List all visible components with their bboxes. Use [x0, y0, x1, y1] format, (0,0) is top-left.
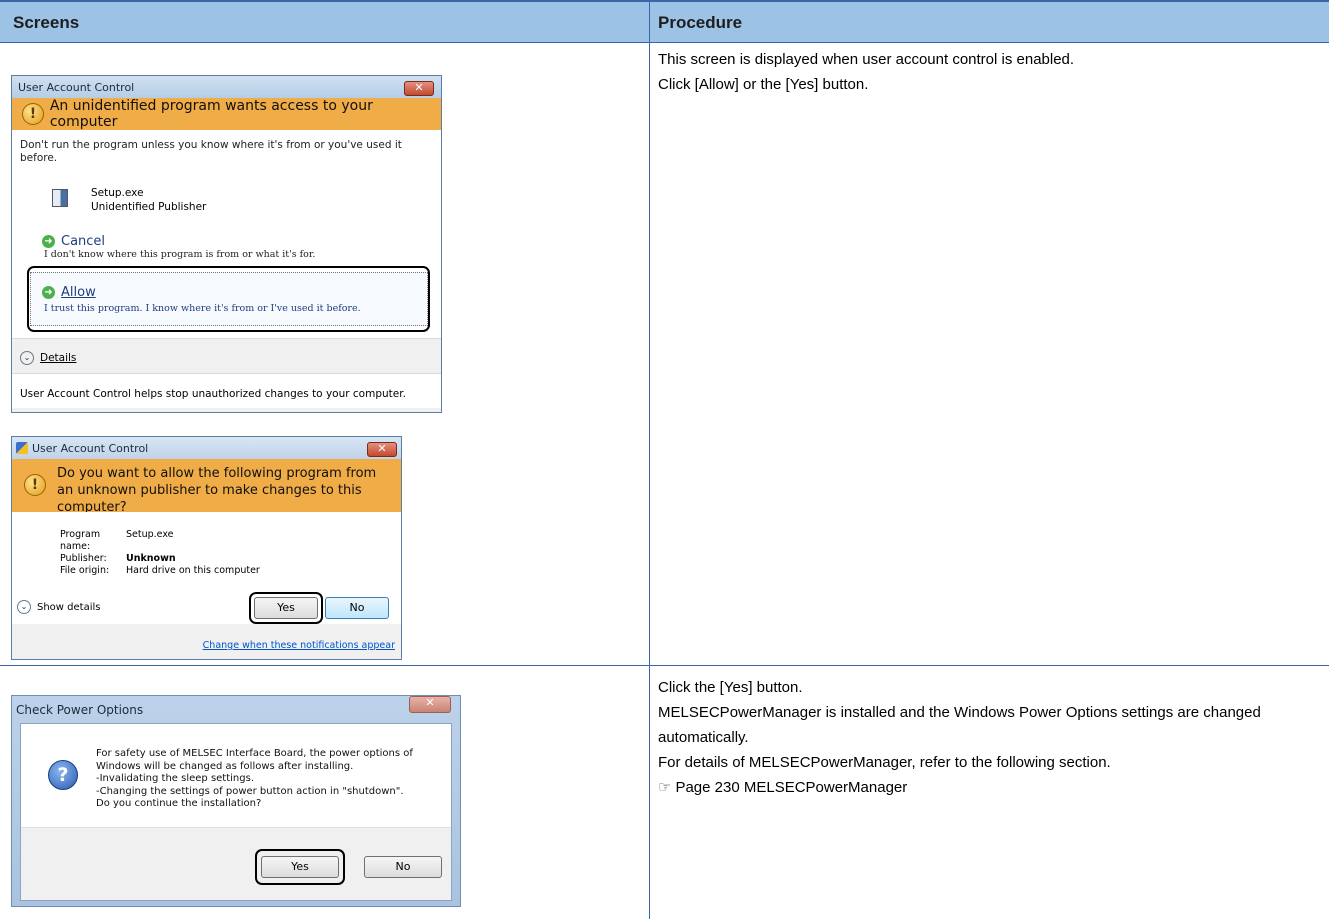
no-button[interactable]: No: [364, 856, 442, 878]
message-line: For safety use of MELSEC Interface Board…: [96, 748, 413, 759]
column-divider: [649, 0, 650, 919]
uac-shield-icon: [16, 442, 28, 454]
header-rule: [0, 42, 1329, 43]
program-info: Setup.exe Unidentified Publisher: [91, 186, 206, 214]
details-label: Details: [40, 352, 77, 364]
program-details: Program name: Setup.exe Publisher: Unknown…: [60, 529, 260, 577]
window-title: User Account Control: [18, 81, 135, 94]
warning-shield-icon: !: [22, 103, 44, 125]
title-bar: User Account Control: [12, 437, 401, 459]
procedure-text: Click [Allow] or the [Yes] button.: [658, 76, 869, 93]
warning-shield-icon: !: [24, 474, 46, 496]
show-details-label: Show details: [37, 601, 101, 613]
field-value: Setup.exe: [126, 529, 174, 540]
table-header: Screens Procedure: [0, 0, 1329, 43]
field-label: Program name:: [60, 529, 101, 552]
window-title: Check Power Options: [16, 703, 144, 717]
chevron-down-icon: ⌄: [17, 600, 31, 614]
close-button[interactable]: ✕: [367, 442, 397, 457]
no-button[interactable]: No: [325, 597, 389, 619]
procedure-step-1: This screen is displayed when user accou…: [658, 47, 1318, 97]
reference-link[interactable]: ☞ Page 230 MELSECPowerManager: [658, 775, 1318, 800]
pointing-hand-icon: ☞: [658, 779, 672, 796]
procedure-text: Click the [Yes] button.: [658, 679, 803, 696]
cancel-description: I don't know where this program is from …: [44, 249, 316, 260]
row-divider: [0, 665, 1329, 666]
message-line: -Changing the settings of power button a…: [96, 785, 404, 797]
notifications-link[interactable]: Change when these notifications appear: [203, 640, 395, 651]
dialog-message: For safety use of MELSEC Interface Board…: [96, 748, 413, 811]
program-icon: [52, 189, 68, 207]
window-title: User Account Control: [32, 442, 149, 455]
close-button[interactable]: ✕: [404, 81, 434, 96]
field-label: File origin:: [60, 565, 110, 576]
banner-text: An unidentified program wants access to …: [49, 98, 373, 130]
question-icon: ?: [48, 760, 78, 790]
reference-text: Page 230 MELSECPowerManager: [675, 779, 908, 796]
program-name: Setup.exe: [91, 187, 144, 199]
check-power-options-dialog: Check Power Options ✕ ? For safety use o…: [11, 695, 461, 907]
procedure-text: MELSECPowerManager is installed and the …: [658, 704, 1261, 746]
uac-dialog-legacy: User Account Control ✕ ! An unidentified…: [11, 75, 442, 413]
show-details-toggle[interactable]: ⌄ Show details: [17, 600, 100, 614]
procedure-text: This screen is displayed when user accou…: [658, 51, 1075, 68]
field-value: Unknown: [126, 553, 176, 564]
uac-dialog: User Account Control ✕ ! Do you want to …: [11, 436, 402, 660]
highlight-ring: [255, 849, 345, 885]
highlight-ring: [249, 592, 323, 624]
message-line: Windows will be changed as follows after…: [96, 760, 354, 772]
cancel-title: Cancel: [61, 234, 106, 249]
message-line: -Invalidating the sleep settings.: [96, 773, 255, 784]
procedure-header: Procedure: [658, 13, 743, 32]
title-bar: Check Power Options: [12, 698, 460, 720]
field-label: Publisher:: [60, 553, 107, 564]
warning-banner: ! Do you want to allow the following pro…: [12, 459, 401, 515]
arrow-right-icon: ➜: [42, 235, 55, 248]
message-line: Do you continue the installation?: [96, 798, 262, 809]
details-toggle[interactable]: ⌄ Details: [20, 351, 76, 365]
warning-banner: ! An unidentified program wants access t…: [12, 98, 441, 130]
publisher-name: Unidentified Publisher: [91, 201, 207, 213]
procedure-step-2: Click the [Yes] button. MELSECPowerManag…: [658, 675, 1318, 800]
cancel-option[interactable]: ➜ Cancel I don't know where this program …: [42, 234, 422, 260]
procedure-text: For details of MELSECPowerManager, refer…: [658, 754, 1111, 771]
banner-text: Do you want to allow the following progr…: [57, 466, 377, 515]
screens-header: Screens: [13, 13, 80, 32]
close-button[interactable]: ✕: [409, 696, 451, 713]
title-bar: User Account Control: [12, 76, 441, 98]
footer-text: User Account Control helps stop unauthor…: [20, 388, 406, 400]
field-value: Hard drive on this computer: [126, 565, 260, 576]
warning-text: Don't run the program unless you know wh…: [20, 139, 402, 164]
highlight-ring: [27, 266, 430, 332]
chevron-down-icon: ⌄: [20, 351, 34, 365]
